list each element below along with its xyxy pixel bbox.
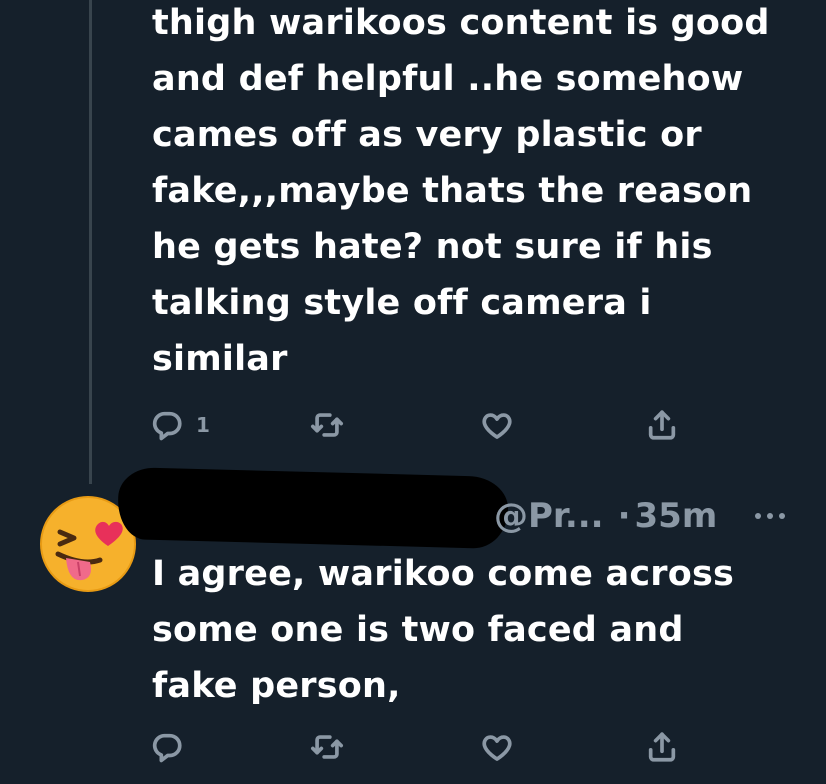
more-button[interactable] bbox=[750, 496, 790, 536]
tweet-text: I agree, warikoo come across some one is… bbox=[152, 554, 735, 706]
tweet-meta: @Pr... · 35m bbox=[494, 492, 717, 540]
like-icon bbox=[482, 413, 512, 439]
reply-button[interactable]: 1 bbox=[150, 405, 210, 445]
tweet-actions bbox=[150, 727, 710, 767]
separator-dot: · bbox=[617, 496, 631, 536]
like-button[interactable] bbox=[480, 727, 514, 767]
tweet-actions: 1 bbox=[150, 405, 710, 445]
reply-count: 1 bbox=[196, 413, 210, 437]
timestamp[interactable]: 35m bbox=[635, 496, 718, 536]
thread-line bbox=[89, 0, 92, 484]
retweet-icon bbox=[310, 735, 344, 759]
tweet-text: thigh warikoos content is good and def h… bbox=[152, 3, 770, 379]
retweet-icon bbox=[310, 413, 344, 437]
more-icon bbox=[755, 513, 785, 519]
redacted-name-mark bbox=[130, 496, 250, 538]
reply-icon bbox=[152, 733, 182, 763]
share-icon bbox=[648, 732, 676, 762]
retweet-button[interactable] bbox=[310, 405, 344, 445]
share-icon bbox=[648, 410, 676, 440]
share-button[interactable] bbox=[645, 405, 679, 445]
share-button[interactable] bbox=[645, 727, 679, 767]
retweet-button[interactable] bbox=[310, 727, 344, 767]
like-icon bbox=[482, 735, 512, 761]
reply-icon bbox=[152, 411, 182, 441]
user-handle[interactable]: @Pr... bbox=[494, 496, 604, 536]
reply-button[interactable] bbox=[150, 727, 184, 767]
like-button[interactable] bbox=[480, 405, 514, 445]
